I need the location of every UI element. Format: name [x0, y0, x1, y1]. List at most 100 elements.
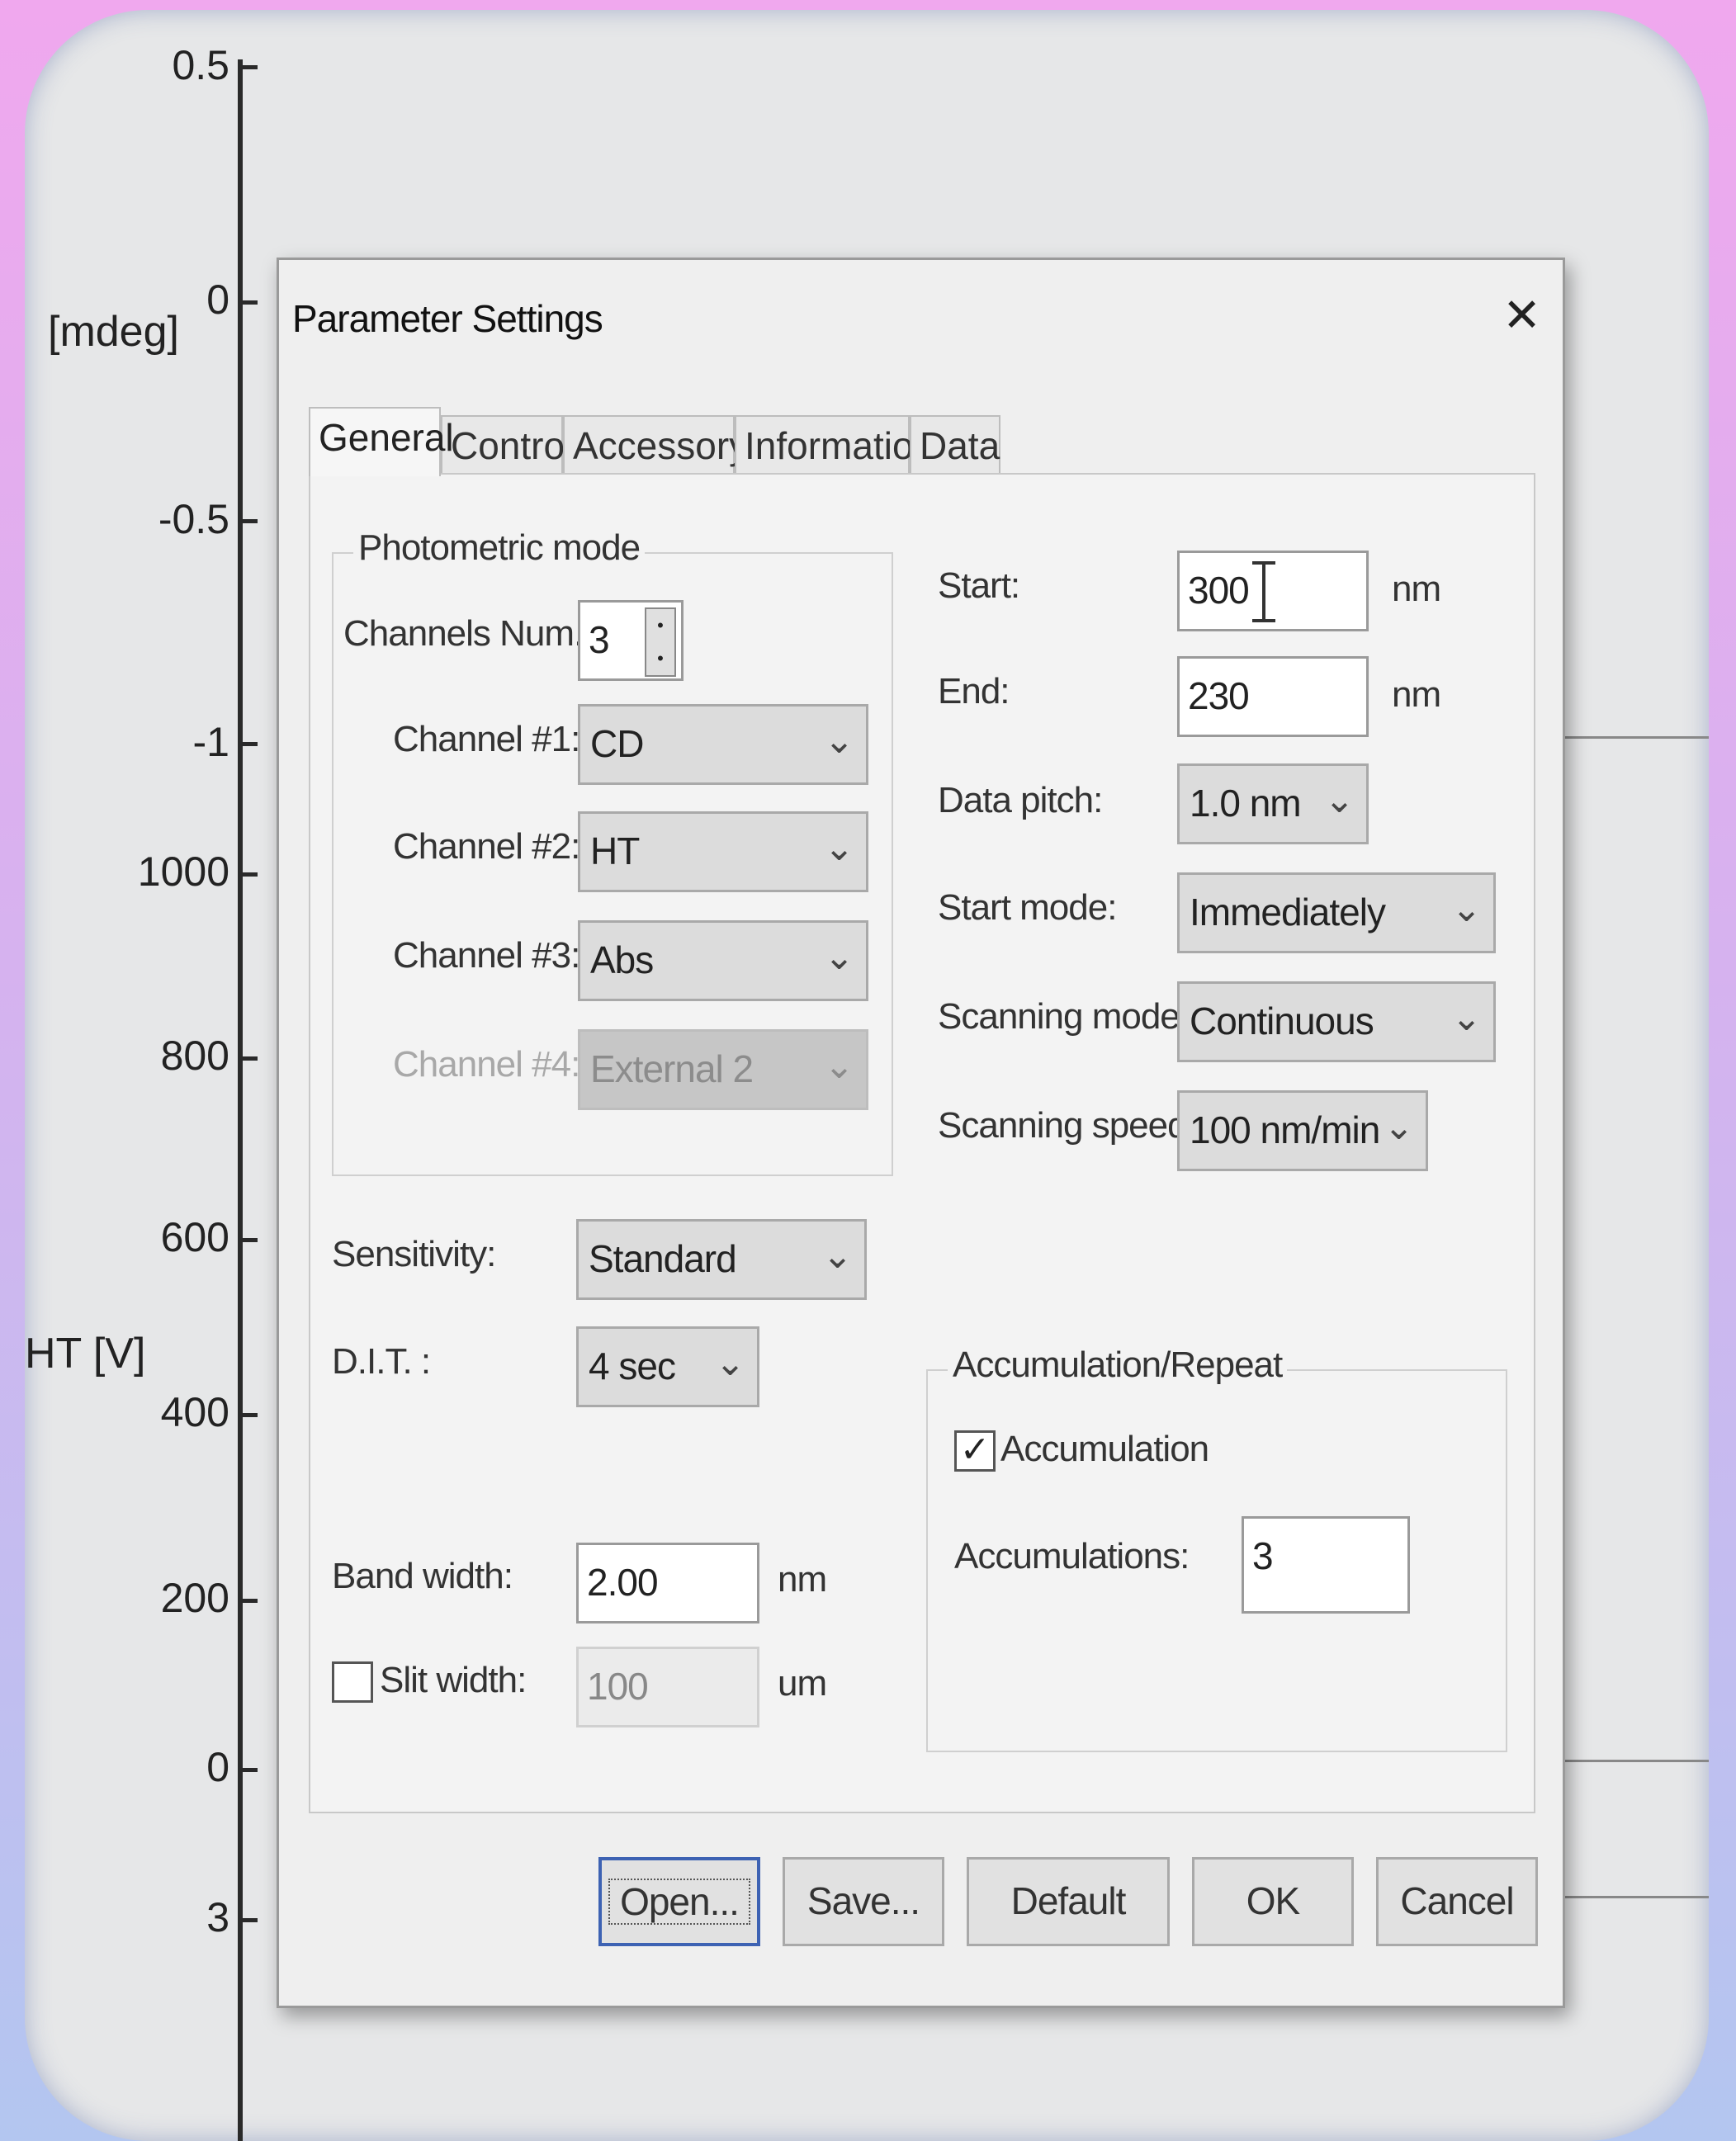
channel2-label: Channel #2: [393, 826, 580, 867]
channel1-label: Channel #1: [393, 719, 580, 759]
channel4-select: External 2 ⌄ [578, 1029, 868, 1110]
slit-width-value: 100 [587, 1665, 649, 1708]
tab-accessory[interactable]: Accessory [563, 415, 748, 473]
tick-mark [238, 1599, 258, 1603]
chevron-down-icon: ⌄ [824, 937, 854, 977]
end-unit: nm [1392, 674, 1441, 715]
open-button-label: Open... [608, 1879, 750, 1925]
close-icon[interactable]: ✕ [1502, 288, 1541, 343]
accumulations-label: Accumulations: [954, 1536, 1190, 1576]
tick-mark [238, 742, 258, 746]
tick-label: 600 [160, 1214, 229, 1260]
cancel-button[interactable]: Cancel [1376, 1857, 1538, 1946]
tick-mark [238, 519, 258, 523]
spin-down-icon[interactable]: • [646, 642, 674, 675]
accumulation-repeat-group: Accumulation/Repeat ✓ Accumulation Accum… [926, 1345, 1507, 1752]
scanning-mode-value: Continuous [1190, 1000, 1374, 1042]
accumulations-field[interactable]: 3 [1242, 1516, 1410, 1614]
y-axis-line [238, 59, 243, 2141]
tab-data[interactable]: Data [910, 415, 1000, 473]
tab-control[interactable]: Control [441, 415, 573, 473]
bandwidth-unit: nm [778, 1559, 827, 1600]
scanning-speed-label: Scanning speed: [938, 1105, 1197, 1146]
scanning-mode-select[interactable]: Continuous ⌄ [1177, 981, 1496, 1062]
tick-label: 1000 [137, 848, 229, 895]
text-cursor-icon [1252, 561, 1275, 622]
tick-label: -1 [192, 719, 229, 765]
chevron-down-icon: ⌄ [1384, 1107, 1414, 1147]
chevron-down-icon: ⌄ [824, 1046, 854, 1086]
channels-num-label: Channels Num. [343, 613, 584, 654]
data-pitch-select[interactable]: 1.0 nm ⌄ [1177, 763, 1369, 844]
tick-mark [238, 300, 258, 305]
tick-label: 0 [206, 276, 229, 323]
dialog-title: Parameter Settings [292, 297, 603, 340]
data-pitch-value: 1.0 nm [1190, 782, 1302, 825]
chevron-down-icon: ⌄ [1324, 780, 1355, 820]
chevron-down-icon: ⌄ [1451, 889, 1482, 929]
dit-value: 4 sec [589, 1345, 676, 1387]
tick-label: 400 [160, 1389, 229, 1435]
tick-label: 3 [206, 1894, 229, 1940]
photometric-mode-title: Photometric mode [353, 527, 646, 569]
channels-num-value: 3 [589, 618, 610, 661]
tick-mark [238, 872, 258, 877]
ok-button[interactable]: OK [1192, 1857, 1354, 1946]
tick-label: 200 [160, 1575, 229, 1621]
accumulation-checkbox[interactable]: ✓ [954, 1430, 996, 1472]
scanning-speed-value: 100 nm/min [1190, 1108, 1380, 1151]
channel3-label: Channel #3: [393, 935, 580, 976]
bandwidth-field[interactable]: 2.00 [576, 1543, 759, 1623]
start-mode-label: Start mode: [938, 887, 1117, 928]
sensitivity-label: Sensitivity: [332, 1234, 496, 1274]
slit-width-label: Slit width: [380, 1660, 527, 1700]
open-button[interactable]: Open... [598, 1857, 760, 1946]
channels-num-stepper[interactable]: 3 • • [578, 600, 684, 681]
end-value: 230 [1188, 674, 1250, 717]
bandwidth-value: 2.00 [587, 1561, 659, 1604]
channel1-select[interactable]: CD ⌄ [578, 704, 868, 785]
start-mode-value: Immediately [1190, 891, 1386, 933]
tick-mark [238, 1768, 258, 1772]
chevron-down-icon: ⌄ [715, 1343, 745, 1383]
end-field[interactable]: 230 [1177, 656, 1369, 737]
tick-mark [238, 1918, 258, 1922]
sensitivity-value: Standard [589, 1237, 737, 1280]
bandwidth-label: Band width: [332, 1556, 513, 1596]
spin-up-icon[interactable]: • [646, 609, 674, 642]
dit-label: D.I.T. : [332, 1341, 431, 1382]
data-pitch-label: Data pitch: [938, 780, 1103, 820]
tick-label: 0 [206, 1744, 229, 1790]
start-field[interactable]: 300 [1177, 551, 1369, 631]
sensitivity-select[interactable]: Standard ⌄ [576, 1219, 867, 1300]
tick-mark [238, 1413, 258, 1417]
accumulations-value: 3 [1252, 1534, 1274, 1577]
slit-width-checkbox[interactable] [332, 1661, 373, 1703]
tick-mark [238, 1056, 258, 1061]
photometric-mode-group: Photometric mode Channels Num. 3 • • Cha… [332, 527, 893, 1176]
scanning-speed-select[interactable]: 100 nm/min ⌄ [1177, 1090, 1428, 1171]
spin-buttons[interactable]: • • [645, 607, 676, 677]
default-button[interactable]: Default [967, 1857, 1170, 1946]
start-label: Start: [938, 565, 1020, 606]
chevron-down-icon: ⌄ [824, 828, 854, 868]
channel2-select[interactable]: HT ⌄ [578, 811, 868, 892]
tab-information[interactable]: Information [735, 415, 934, 473]
dit-select[interactable]: 4 sec ⌄ [576, 1326, 759, 1407]
channel4-value: External 2 [590, 1047, 754, 1090]
tick-label: 0.5 [172, 42, 229, 88]
channel3-select[interactable]: Abs ⌄ [578, 920, 868, 1001]
tick-label: 800 [160, 1033, 229, 1079]
start-value: 300 [1188, 569, 1250, 612]
screen-frame: [mdeg] HT [V] 0.5 0 -0.5 -1 1000 800 600… [25, 10, 1709, 2141]
tab-general[interactable]: General [309, 407, 454, 476]
channel2-value: HT [590, 829, 640, 872]
start-mode-select[interactable]: Immediately ⌄ [1177, 872, 1496, 953]
chevron-down-icon: ⌄ [1451, 998, 1482, 1038]
channel3-value: Abs [590, 938, 654, 981]
save-button[interactable]: Save... [783, 1857, 944, 1946]
tick-mark [238, 1238, 258, 1242]
accumulation-checkbox-label: Accumulation [1000, 1429, 1209, 1469]
end-label: End: [938, 671, 1010, 711]
general-tab-panel: Photometric mode Channels Num. 3 • • Cha… [309, 473, 1535, 1813]
